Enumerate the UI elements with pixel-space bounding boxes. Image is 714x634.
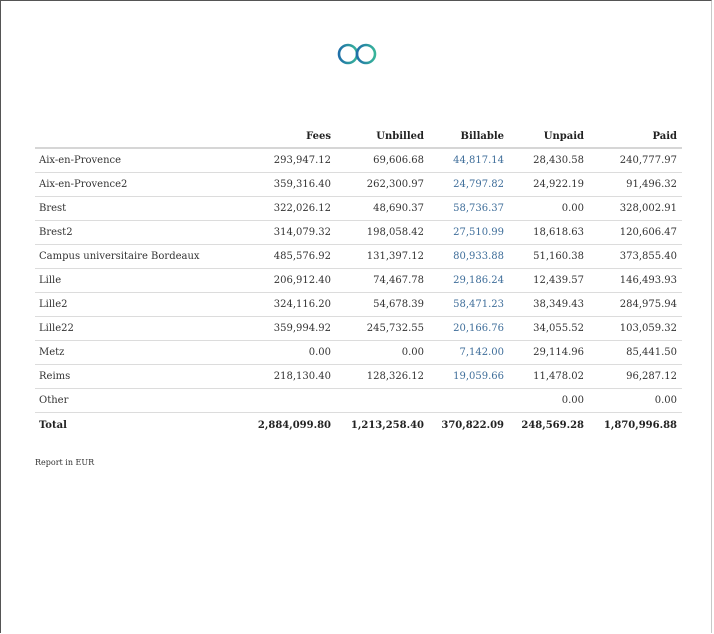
header-unbilled: Unbilled [336,125,429,149]
cell-billable[interactable]: 80,933.88 [429,244,509,269]
cell-paid: 0.00 [589,388,682,413]
cell-unpaid: 29,114.96 [509,340,589,365]
cell-name: Metz [35,340,251,365]
cell-unbilled: 48,690.37 [336,196,429,221]
cell-paid: 96,287.12 [589,364,682,389]
cell-unbilled: 74,467.78 [336,268,429,293]
cell-name: Other [35,388,251,413]
table-row: Lille2 324,116.20 54,678.39 58,471.23 38,349… [35,292,682,317]
cell-unbilled: 128,326.12 [336,364,429,389]
cell-name: Lille22 [35,316,251,341]
table-row: Lille 206,912.40 74,467.78 29,186.24 12,439.… [35,268,682,293]
cell-name: Aix-en-Provence [35,148,251,173]
cell-name: Total [39,420,67,431]
cell-paid: 240,777.97 [589,148,682,173]
cell-name: Lille [35,268,251,293]
cell-name: Brest [35,196,251,221]
cell-billable: 370,822.09 [441,420,504,431]
infinity-logo-icon [336,36,380,72]
cell-unbilled: 198,058.42 [336,220,429,245]
cell-billable[interactable]: 24,797.82 [429,172,509,197]
cell-unpaid: 34,055.52 [509,316,589,341]
cell-billable[interactable]: 58,736.37 [429,196,509,221]
cell-unpaid: 18,618.63 [509,220,589,245]
total-row: Total 2,884,099.80 1,213,258.40 370,822.09 2… [35,413,682,439]
cell-unbilled: 245,732.55 [336,316,429,341]
cell-unbilled: 1,213,258.40 [350,420,424,431]
table-row: Brest2 314,079.32 198,058.42 27,510.99 18,61… [35,220,682,245]
cell-name: Aix-en-Provence2 [35,172,251,197]
header-unpaid: Unpaid [509,125,589,149]
table-row: Lille22 359,994.92 245,732.55 20,166.76 34,0… [35,316,682,341]
cell-unbilled: 0.00 [336,340,429,365]
cell-paid: 120,606.47 [589,220,682,245]
cell-fees: 314,079.32 [251,220,336,245]
cell-billable[interactable] [429,388,509,413]
cell-unpaid: 11,478.02 [509,364,589,389]
cell-unbilled: 69,606.68 [336,148,429,173]
header-fees: Fees [251,125,336,149]
cell-unpaid: 28,430.58 [509,148,589,173]
cell-fees: 359,994.92 [251,316,336,341]
header-paid: Paid [589,125,682,149]
cell-name: Lille2 [35,292,251,317]
cell-paid: 284,975.94 [589,292,682,317]
table-row: Other 0.00 0.00 [35,388,682,413]
cell-name: Campus universitaire Bordeaux [35,244,251,269]
cell-name: Brest2 [35,220,251,245]
cell-paid: 103,059.32 [589,316,682,341]
report-currency-note: Report in EUR [35,458,95,467]
cell-fees: 485,576.92 [251,244,336,269]
cell-billable[interactable]: 29,186.24 [429,268,509,293]
cell-unpaid: 248,569.28 [521,420,584,431]
report-page: Fees Unbilled Billable Unpaid Paid Aix-e… [0,0,712,633]
cell-unbilled: 131,397.12 [336,244,429,269]
cell-paid: 85,441.50 [589,340,682,365]
table-row: Aix-en-Provence 293,947.12 69,606.68 44,817… [35,148,682,173]
cell-paid: 146,493.93 [589,268,682,293]
cell-billable[interactable]: 20,166.76 [429,316,509,341]
fees-report-table: Fees Unbilled Billable Unpaid Paid Aix-e… [35,125,682,438]
cell-fees: 206,912.40 [251,268,336,293]
header-name [35,125,251,149]
cell-billable[interactable]: 44,817.14 [429,148,509,173]
cell-paid: 91,496.32 [589,172,682,197]
cell-unbilled [336,388,429,413]
cell-unpaid: 24,922.19 [509,172,589,197]
cell-fees: 359,316.40 [251,172,336,197]
cell-unpaid: 51,160.38 [509,244,589,269]
cell-unpaid: 38,349.43 [509,292,589,317]
cell-name: Reims [35,364,251,389]
table-row: Metz 0.00 0.00 7,142.00 29,114.96 85,441.50 [35,340,682,365]
cell-fees: 218,130.40 [251,364,336,389]
table-row: Reims 218,130.40 128,326.12 19,059.66 11,478… [35,364,682,389]
table-row: Campus universitaire Bordeaux 485,576.92 1… [35,244,682,269]
cell-billable[interactable]: 27,510.99 [429,220,509,245]
cell-billable[interactable]: 19,059.66 [429,364,509,389]
cell-unbilled: 54,678.39 [336,292,429,317]
cell-billable[interactable]: 7,142.00 [429,340,509,365]
cell-fees: 2,884,099.80 [257,420,331,431]
cell-unpaid: 0.00 [509,388,589,413]
header-billable: Billable [429,125,509,149]
cell-paid: 1,870,996.88 [603,420,677,431]
table-header-row: Fees Unbilled Billable Unpaid Paid [35,125,682,149]
cell-unpaid: 0.00 [509,196,589,221]
cell-fees: 324,116.20 [251,292,336,317]
cell-billable[interactable]: 58,471.23 [429,292,509,317]
cell-paid: 373,855.40 [589,244,682,269]
cell-unpaid: 12,439.57 [509,268,589,293]
cell-fees [251,388,336,413]
cell-unbilled: 262,300.97 [336,172,429,197]
cell-fees: 0.00 [251,340,336,365]
table-row: Brest 322,026.12 48,690.37 58,736.37 0.00 328… [35,196,682,221]
cell-paid: 328,002.91 [589,196,682,221]
table-row: Aix-en-Provence2 359,316.40 262,300.97 24,7… [35,172,682,197]
cell-fees: 322,026.12 [251,196,336,221]
cell-fees: 293,947.12 [251,148,336,173]
